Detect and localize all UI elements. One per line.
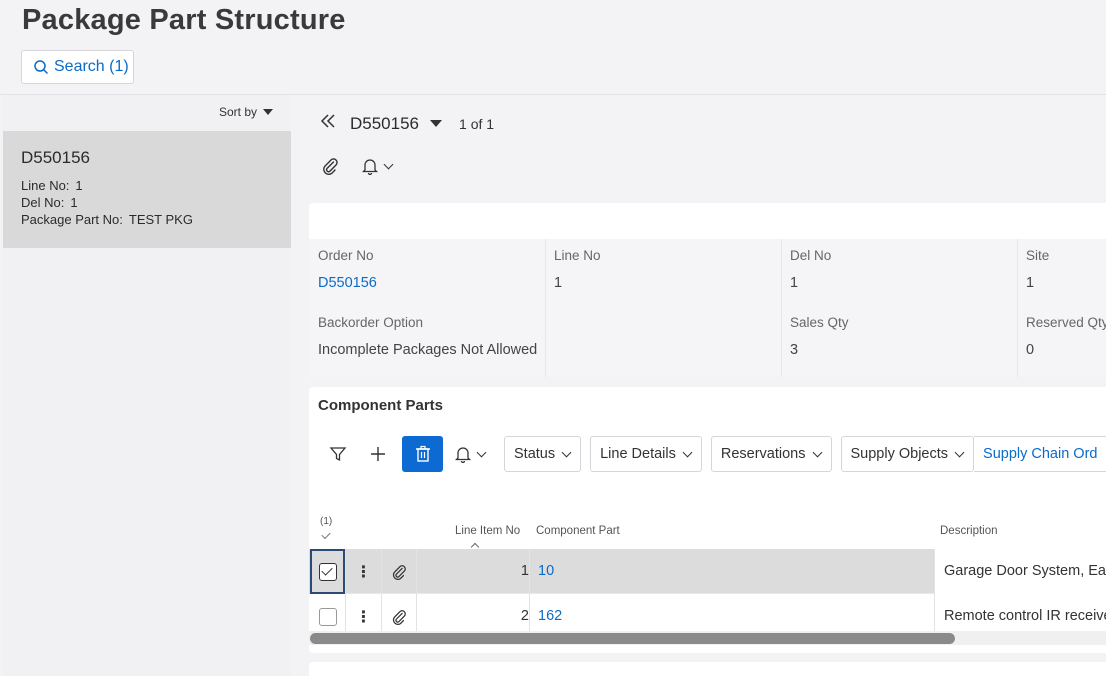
status-dropdown-label: Status xyxy=(514,446,556,462)
caret-down-icon xyxy=(263,109,273,115)
line-item-no-cell: 2 xyxy=(520,608,529,624)
reserved-qty-value: 0 xyxy=(1026,342,1035,358)
column-header-line-item-no[interactable]: Line Item No xyxy=(455,525,520,537)
bell-icon xyxy=(454,447,471,463)
sales-qty-value: 3 xyxy=(790,342,799,358)
del-no-value: 1 xyxy=(70,195,78,210)
package-part-value: TEST PKG xyxy=(128,212,193,227)
filter-icon[interactable] xyxy=(318,436,358,472)
line-no-label: Line No: xyxy=(21,178,70,193)
double-chevron-left-icon[interactable] xyxy=(320,112,336,135)
supply-objects-label: Supply Objects xyxy=(850,446,949,462)
scrollbar-thumb[interactable] xyxy=(310,633,955,644)
field-divider xyxy=(781,239,782,377)
component-parts-card: Component Parts Status Line Details Rese… xyxy=(309,387,1106,653)
del-no-field-value: 1 xyxy=(790,275,799,291)
record-navigator: D550156 1 of 1 xyxy=(320,112,494,135)
checkbox-checked-icon xyxy=(318,562,337,581)
line-details-label: Line Details xyxy=(600,446,676,462)
component-part-link[interactable]: 162 xyxy=(538,608,562,624)
column-header-description[interactable]: Description xyxy=(940,525,998,537)
order-header-card: Order No D550156 Line No 1 Del No 1 Site… xyxy=(309,203,1106,377)
backorder-option-label: Backorder Option xyxy=(318,315,424,330)
horizontal-scrollbar[interactable] xyxy=(309,631,1106,645)
search-icon xyxy=(34,60,49,75)
del-no-field-label: Del No xyxy=(790,248,832,263)
status-dropdown[interactable]: Status xyxy=(504,436,582,472)
page-title: Package Part Structure xyxy=(22,4,346,36)
detail-area: D550156 1 of 1 Order No D550156 Line No … xyxy=(291,95,1106,676)
record-list-item[interactable]: D550156 Line No: 1 Del No: 1 Package Part … xyxy=(3,131,291,248)
column-header-component-part[interactable]: Component Part xyxy=(536,525,620,537)
chevron-down-icon xyxy=(561,447,572,457)
site-label: Site xyxy=(1026,248,1050,263)
order-no-link[interactable]: D550156 xyxy=(318,275,377,291)
component-toolbar: Status Line Details Reservations Supply … xyxy=(309,436,1106,472)
reserved-qty-label: Reserved Qty xyxy=(1026,315,1106,330)
sort-by-button[interactable]: Sort by xyxy=(219,105,273,119)
backorder-option-value: Incomplete Packages Not Allowed xyxy=(318,342,538,358)
table-header: (1) Line Item No Component Part Descript… xyxy=(309,511,1106,552)
delete-button[interactable] xyxy=(402,436,443,472)
line-no-field-value: 1 xyxy=(554,275,563,291)
order-header-grid: Order No D550156 Line No 1 Del No 1 Site… xyxy=(309,239,1106,377)
record-actions xyxy=(321,157,394,175)
record-count: 1 of 1 xyxy=(459,115,495,132)
field-divider xyxy=(1017,239,1018,377)
del-no-label: Del No: xyxy=(21,195,65,210)
chevron-down-icon xyxy=(476,447,486,457)
chevron-down-icon xyxy=(812,447,822,457)
order-no-label: Order No xyxy=(318,248,374,263)
supply-objects-dropdown[interactable]: Supply Objects xyxy=(840,436,975,472)
table-row[interactable]: ⋮ 1 10 Garage Door System, Easy xyxy=(309,549,1106,594)
trash-icon xyxy=(415,445,430,462)
record-dropdown-icon[interactable] xyxy=(430,120,443,127)
sales-qty-label: Sales Qty xyxy=(790,315,849,330)
row-notifications-menu[interactable] xyxy=(443,436,495,472)
supply-chain-button[interactable]: Supply Chain Ord xyxy=(974,436,1106,472)
line-item-no-cell: 1 xyxy=(520,563,529,579)
bell-icon xyxy=(361,159,379,175)
selected-count: (1) xyxy=(320,516,333,527)
select-all-checkmark-icon[interactable] xyxy=(321,529,331,540)
line-no-value: 1 xyxy=(75,178,83,193)
next-section-card xyxy=(309,662,1106,676)
search-button-label: Search (1) xyxy=(54,58,129,75)
sort-by-label: Sort by xyxy=(218,105,257,119)
line-no-field-label: Line No xyxy=(554,248,601,263)
search-button[interactable]: Search (1) xyxy=(21,50,134,84)
component-parts-title: Component Parts xyxy=(318,397,444,414)
field-divider xyxy=(545,239,546,377)
reservations-dropdown[interactable]: Reservations xyxy=(710,436,832,472)
supply-chain-label: Supply Chain Ord xyxy=(983,446,1098,462)
chevron-down-icon xyxy=(954,447,965,457)
site-value: 1 xyxy=(1026,275,1035,291)
notifications-menu[interactable] xyxy=(361,157,394,175)
description-cell: Garage Door System, Easy xyxy=(934,549,1106,594)
current-record: D550156 xyxy=(350,113,420,133)
line-details-dropdown[interactable]: Line Details xyxy=(590,436,702,472)
kebab-icon[interactable]: ⋮ xyxy=(345,549,381,594)
package-part-label: Package Part No: xyxy=(21,212,123,227)
cell-divider xyxy=(529,549,530,594)
paperclip-icon[interactable] xyxy=(381,549,417,594)
record-id: D550156 xyxy=(21,148,91,167)
row-checkbox[interactable] xyxy=(310,549,345,594)
component-part-link[interactable]: 10 xyxy=(538,563,554,579)
chevron-down-icon xyxy=(383,159,394,169)
record-list-panel: Sort by D550156 Line No: 1 Del No: 1 Packa… xyxy=(3,95,291,676)
reservations-label: Reservations xyxy=(720,446,806,462)
checkbox-unchecked-icon xyxy=(318,607,337,626)
paperclip-icon[interactable] xyxy=(321,157,339,175)
chevron-down-icon xyxy=(682,447,693,457)
plus-icon[interactable] xyxy=(358,436,398,472)
